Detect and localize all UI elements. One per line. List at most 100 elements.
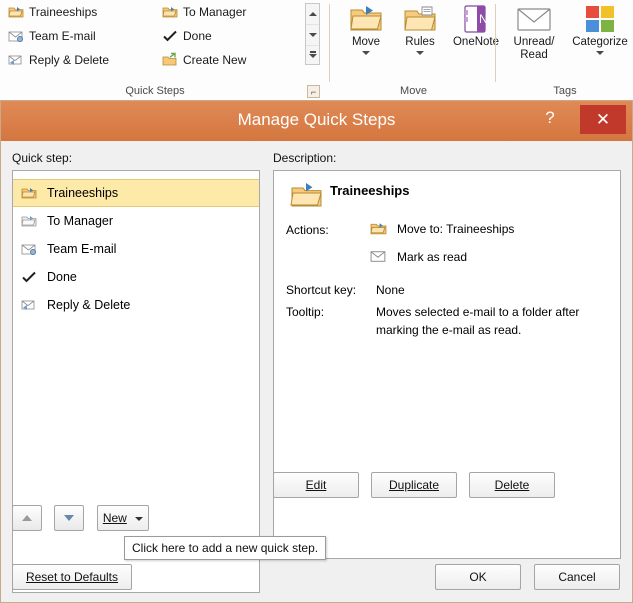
folder-move-icon (8, 7, 24, 18)
quick-step-list-label: Quick step: (12, 151, 73, 165)
delete-button-label: Delete (494, 478, 530, 492)
onenote-icon: N (464, 5, 488, 33)
list-item-label: Done (47, 270, 77, 284)
description-heading: Traineeships (330, 183, 410, 198)
edit-button-label: Edit (305, 478, 327, 492)
envelope-icon (517, 8, 551, 31)
group-label-quick-steps: Quick Steps (125, 85, 185, 97)
manage-quick-steps-dialog: Manage Quick Steps ? ✕ Quick step: Descr… (0, 100, 633, 603)
group-label-move: Move (400, 85, 427, 97)
list-item-label: Team E-mail (47, 242, 117, 256)
list-item[interactable]: Done (13, 263, 259, 291)
dialog-titlebar: Manage Quick Steps ? ✕ (1, 101, 632, 141)
list-item[interactable]: Traineeships (13, 179, 259, 207)
quick-step-label: To Manager (183, 5, 247, 19)
quick-step-team-email[interactable]: Team E-mail (6, 26, 156, 46)
quick-step-label: Done (183, 29, 212, 43)
checkmark-icon (163, 30, 177, 42)
chevron-down-icon[interactable] (135, 516, 144, 521)
list-item-label: To Manager (47, 214, 114, 228)
team-email-icon (21, 244, 36, 255)
group-separator (495, 4, 496, 82)
chevron-up-icon (308, 12, 317, 16)
list-item-label: Reply & Delete (47, 298, 131, 312)
action-label: Move to: Traineeships (397, 221, 515, 236)
new-button-label: New (102, 511, 127, 525)
duplicate-button[interactable]: Duplicate (371, 472, 457, 498)
ok-button[interactable]: OK (435, 564, 521, 590)
svg-text:N: N (479, 12, 488, 26)
reset-to-defaults-label: Reset to Defaults (25, 570, 119, 584)
move-up-button[interactable] (12, 505, 42, 531)
quick-step-traineeships[interactable]: Traineeships (6, 2, 156, 22)
ribbon-group-move: Move Rules N OneNote Move (331, 0, 499, 99)
move-down-button[interactable] (54, 505, 84, 531)
tooltip-label: Tooltip: (286, 305, 325, 319)
chevron-down-icon[interactable] (596, 51, 604, 55)
rules-button[interactable]: Rules (393, 4, 447, 55)
list-item[interactable]: Team E-mail (13, 235, 259, 263)
chevron-down-icon[interactable] (362, 51, 370, 55)
actions-label: Actions: (286, 223, 329, 237)
quick-step-label: Reply & Delete (29, 53, 110, 67)
more-caret-icon (308, 54, 317, 58)
gallery-scroll-up-button[interactable] (306, 4, 319, 25)
mark-read-icon (370, 251, 386, 262)
gallery-more-button[interactable] (306, 46, 319, 66)
edit-button[interactable]: Edit (273, 472, 359, 498)
reply-delete-icon (21, 300, 35, 310)
chevron-down-icon (308, 33, 317, 37)
folder-move-icon (21, 216, 37, 227)
new-button[interactable]: New (97, 505, 149, 531)
list-item-label: Traineeships (47, 186, 119, 200)
quick-step-done[interactable]: Done (160, 26, 300, 46)
reply-delete-icon (8, 55, 22, 65)
unread-read-button[interactable]: Unread/ Read (503, 4, 565, 62)
shortcut-key-label: Shortcut key: (286, 283, 357, 297)
reset-to-defaults-button[interactable]: Reset to Defaults (12, 564, 132, 590)
group-separator (329, 4, 330, 82)
gallery-scroll-down-button[interactable] (306, 25, 319, 46)
help-icon[interactable]: ? (540, 108, 560, 128)
folder-move-icon (370, 223, 387, 235)
quick-step-create-new[interactable]: Create New (160, 50, 300, 70)
quick-steps-dialog-launcher[interactable]: ⌐ (307, 85, 320, 98)
move-folder-icon (350, 6, 382, 31)
shortcut-key-value: None (376, 283, 405, 297)
create-new-icon (162, 52, 177, 66)
action-label: Mark as read (397, 249, 468, 264)
tooltip-value-line1: Moves selected e-mail to a folder after (376, 305, 580, 319)
action-item: Mark as read (370, 248, 467, 265)
folder-move-icon (162, 7, 178, 18)
folder-move-icon (21, 188, 37, 199)
tooltip-value-line2: marking the e-mail as read. (376, 323, 522, 337)
list-item[interactable]: Reply & Delete (13, 291, 259, 319)
checkmark-icon (22, 271, 36, 283)
close-icon[interactable]: ✕ (580, 105, 626, 134)
chevron-down-icon[interactable] (416, 51, 424, 55)
delete-button[interactable]: Delete (469, 472, 555, 498)
categorize-button[interactable]: Categorize (569, 4, 631, 55)
team-email-icon (8, 31, 23, 42)
quick-step-label: Team E-mail (29, 29, 96, 43)
arrow-up-icon (22, 515, 32, 521)
quick-step-label: Traineeships (29, 5, 98, 19)
action-item: Move to: Traineeships (370, 220, 514, 237)
group-label-tags: Tags (553, 85, 577, 97)
cancel-button[interactable]: Cancel (534, 564, 620, 590)
ribbon-group-quick-steps: Traineeships Team E-mail Reply & Delete (0, 0, 330, 99)
unread-read-button-label: Unread/ Read (513, 36, 555, 61)
rules-button-label: Rules (405, 36, 435, 48)
duplicate-button-label: Duplicate (388, 478, 440, 492)
description-label: Description: (273, 151, 337, 165)
ok-button-label: OK (469, 570, 487, 584)
quick-step-label: Create New (183, 53, 247, 67)
move-button[interactable]: Move (339, 4, 393, 55)
list-item[interactable]: To Manager (13, 207, 259, 235)
quick-steps-gallery-scrollbar[interactable] (305, 3, 320, 65)
quick-step-to-manager[interactable]: To Manager (160, 2, 300, 22)
ribbon-group-tags: Unread/ Read Categorize Tags (497, 0, 633, 99)
description-panel: Traineeships Actions: Move to: Traineesh… (273, 170, 621, 559)
quick-step-reply-delete[interactable]: Reply & Delete (6, 50, 156, 70)
move-button-label: Move (351, 36, 381, 48)
